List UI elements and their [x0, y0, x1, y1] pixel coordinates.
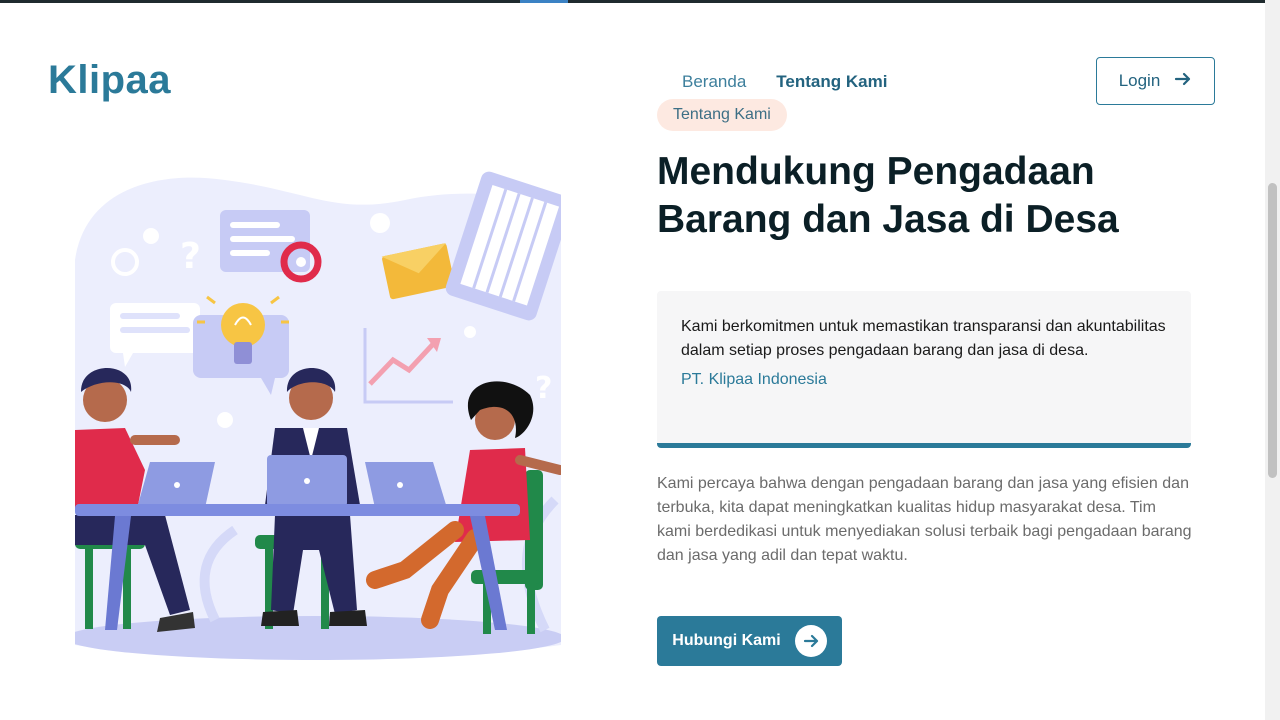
svg-text:?: ? [180, 236, 201, 277]
top-bar-highlight [520, 0, 568, 3]
brand-logo[interactable]: Klipaa [48, 58, 171, 103]
quote-card: Kami berkomitmen untuk memastikan transp… [657, 291, 1191, 448]
nav-item-beranda[interactable]: Beranda [682, 72, 746, 92]
nav-item-tentang-kami[interactable]: Tentang Kami [776, 72, 887, 92]
login-label: Login [1118, 71, 1161, 90]
browser-top-bar [0, 0, 1265, 3]
scrollbar-thumb[interactable] [1268, 183, 1277, 478]
svg-text:?: ? [535, 371, 552, 406]
contact-us-button[interactable]: Hubungi Kami [657, 616, 842, 666]
page-title: Mendukung Pengadaan Barang dan Jasa di D… [657, 150, 1119, 241]
section-tag: Tentang Kami [657, 99, 787, 131]
quote-text: Kami berkomitmen untuk memastikan transp… [681, 318, 1166, 359]
contact-us-label: Hubungi Kami [672, 632, 781, 649]
arrow-right-icon [1174, 70, 1192, 93]
about-description: Kami percaya bahwa dengan pengadaan bara… [657, 475, 1192, 564]
quote-author: PT. Klipaa Indonesia [681, 371, 827, 388]
arrow-circle-right-icon [794, 625, 827, 657]
page-scrollbar[interactable] [1265, 0, 1280, 720]
main-nav: Beranda Tentang Kami [682, 72, 887, 92]
login-button[interactable]: Login [1096, 57, 1215, 105]
team-meeting-illustration: ? ? [65, 170, 573, 660]
